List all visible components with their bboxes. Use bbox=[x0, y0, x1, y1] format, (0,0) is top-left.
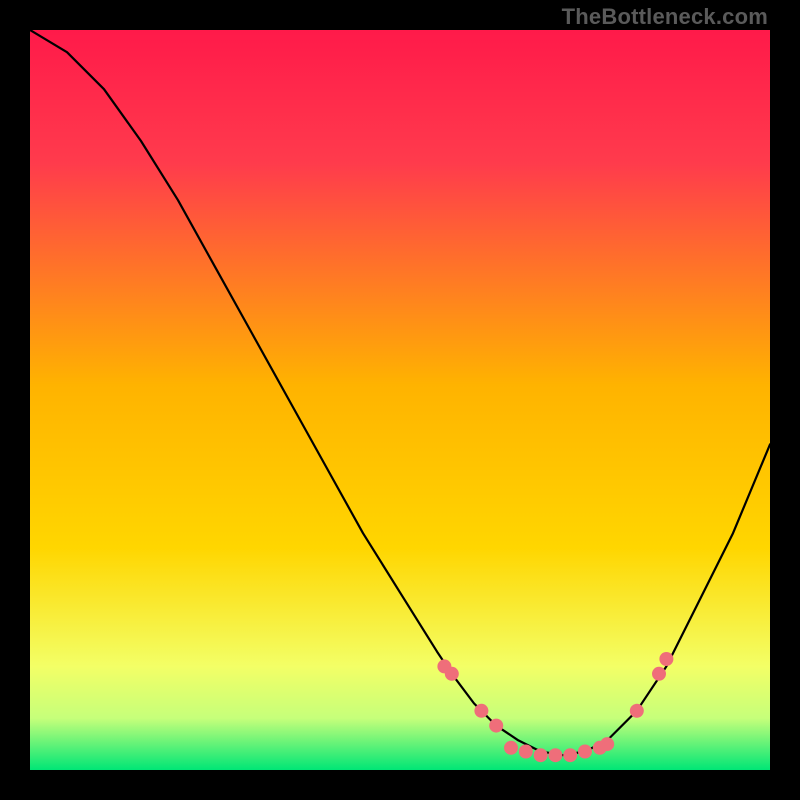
curve-marker bbox=[563, 748, 577, 762]
watermark-text: TheBottleneck.com bbox=[562, 4, 768, 30]
curve-marker bbox=[474, 704, 488, 718]
curve-marker bbox=[600, 737, 614, 751]
curve-marker bbox=[504, 741, 518, 755]
chart-frame: TheBottleneck.com bbox=[0, 0, 800, 800]
curve-marker bbox=[578, 745, 592, 759]
curve-marker bbox=[489, 719, 503, 733]
curve-marker bbox=[445, 667, 459, 681]
curve-marker bbox=[519, 745, 533, 759]
plot-area bbox=[30, 30, 770, 770]
curve-marker bbox=[659, 652, 673, 666]
chart-svg bbox=[30, 30, 770, 770]
curve-marker bbox=[630, 704, 644, 718]
curve-marker bbox=[534, 748, 548, 762]
curve-marker bbox=[548, 748, 562, 762]
curve-marker bbox=[652, 667, 666, 681]
